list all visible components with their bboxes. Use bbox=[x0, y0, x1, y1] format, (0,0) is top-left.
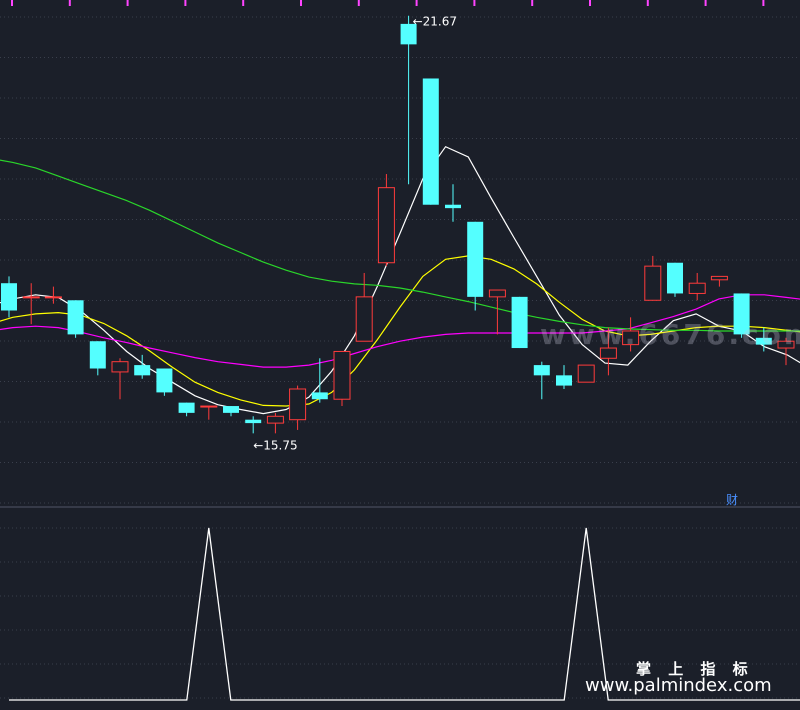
candle bbox=[556, 365, 572, 389]
candle-body bbox=[44, 296, 62, 299]
candle-body bbox=[156, 368, 173, 393]
candle-body bbox=[667, 262, 683, 294]
candle-body bbox=[245, 419, 262, 424]
candle bbox=[245, 416, 262, 434]
candle-body bbox=[178, 402, 195, 413]
candle-body bbox=[89, 341, 106, 369]
candle-body bbox=[377, 187, 395, 264]
ma-line-4 bbox=[0, 159, 800, 332]
candle-body bbox=[533, 365, 550, 376]
candle-body bbox=[266, 415, 284, 424]
candle bbox=[266, 412, 284, 434]
candle bbox=[377, 174, 395, 267]
candle bbox=[1, 276, 17, 318]
candle bbox=[89, 341, 106, 376]
candle bbox=[178, 402, 195, 417]
candle-body bbox=[1, 283, 17, 311]
candle bbox=[22, 283, 40, 325]
candle-body bbox=[333, 350, 351, 400]
candle-body bbox=[422, 78, 439, 205]
candle-body bbox=[200, 405, 218, 408]
candle bbox=[577, 364, 595, 383]
candle-body bbox=[22, 296, 40, 299]
candle-body bbox=[355, 296, 373, 342]
max-price-label: ←21.67 bbox=[413, 15, 457, 29]
candle-body bbox=[467, 221, 484, 297]
candle bbox=[223, 406, 239, 417]
candle-body bbox=[688, 282, 706, 294]
candle bbox=[533, 361, 550, 400]
watermark-top: www.6676.com bbox=[540, 318, 800, 351]
candle-body bbox=[445, 204, 461, 209]
candle bbox=[422, 78, 439, 205]
min-price-label: ←15.75 bbox=[253, 438, 297, 452]
candle-body bbox=[67, 300, 84, 335]
candle bbox=[67, 300, 84, 338]
candle-body bbox=[710, 275, 728, 281]
candle-body bbox=[644, 265, 662, 301]
candle bbox=[710, 275, 728, 287]
candle bbox=[667, 262, 683, 297]
candle bbox=[355, 272, 373, 342]
candle bbox=[688, 272, 706, 301]
candle bbox=[333, 350, 351, 407]
candle-body bbox=[134, 365, 151, 376]
candle bbox=[111, 358, 129, 400]
candle bbox=[511, 296, 528, 349]
candle bbox=[400, 15, 417, 185]
candle bbox=[488, 289, 506, 335]
candle bbox=[200, 405, 218, 420]
candlestick-chart: ←21.67 ←15.75 bbox=[0, 0, 800, 701]
candle-body bbox=[289, 388, 307, 421]
candles bbox=[1, 15, 795, 434]
candle bbox=[156, 368, 173, 396]
candle-body bbox=[577, 364, 595, 383]
watermark-url: www.palmindex.com bbox=[585, 675, 772, 696]
candle bbox=[311, 358, 328, 403]
candle bbox=[467, 221, 484, 311]
finance-marker[interactable]: 财 bbox=[726, 491, 738, 508]
candle bbox=[289, 385, 307, 430]
candle bbox=[44, 286, 62, 304]
candle bbox=[644, 255, 662, 301]
candle-body bbox=[488, 289, 506, 298]
candle-body bbox=[111, 361, 129, 373]
candle-body bbox=[556, 375, 572, 386]
candle bbox=[445, 184, 461, 222]
candle-body bbox=[223, 406, 239, 413]
candle-body bbox=[311, 392, 328, 400]
candle-body bbox=[511, 296, 528, 349]
